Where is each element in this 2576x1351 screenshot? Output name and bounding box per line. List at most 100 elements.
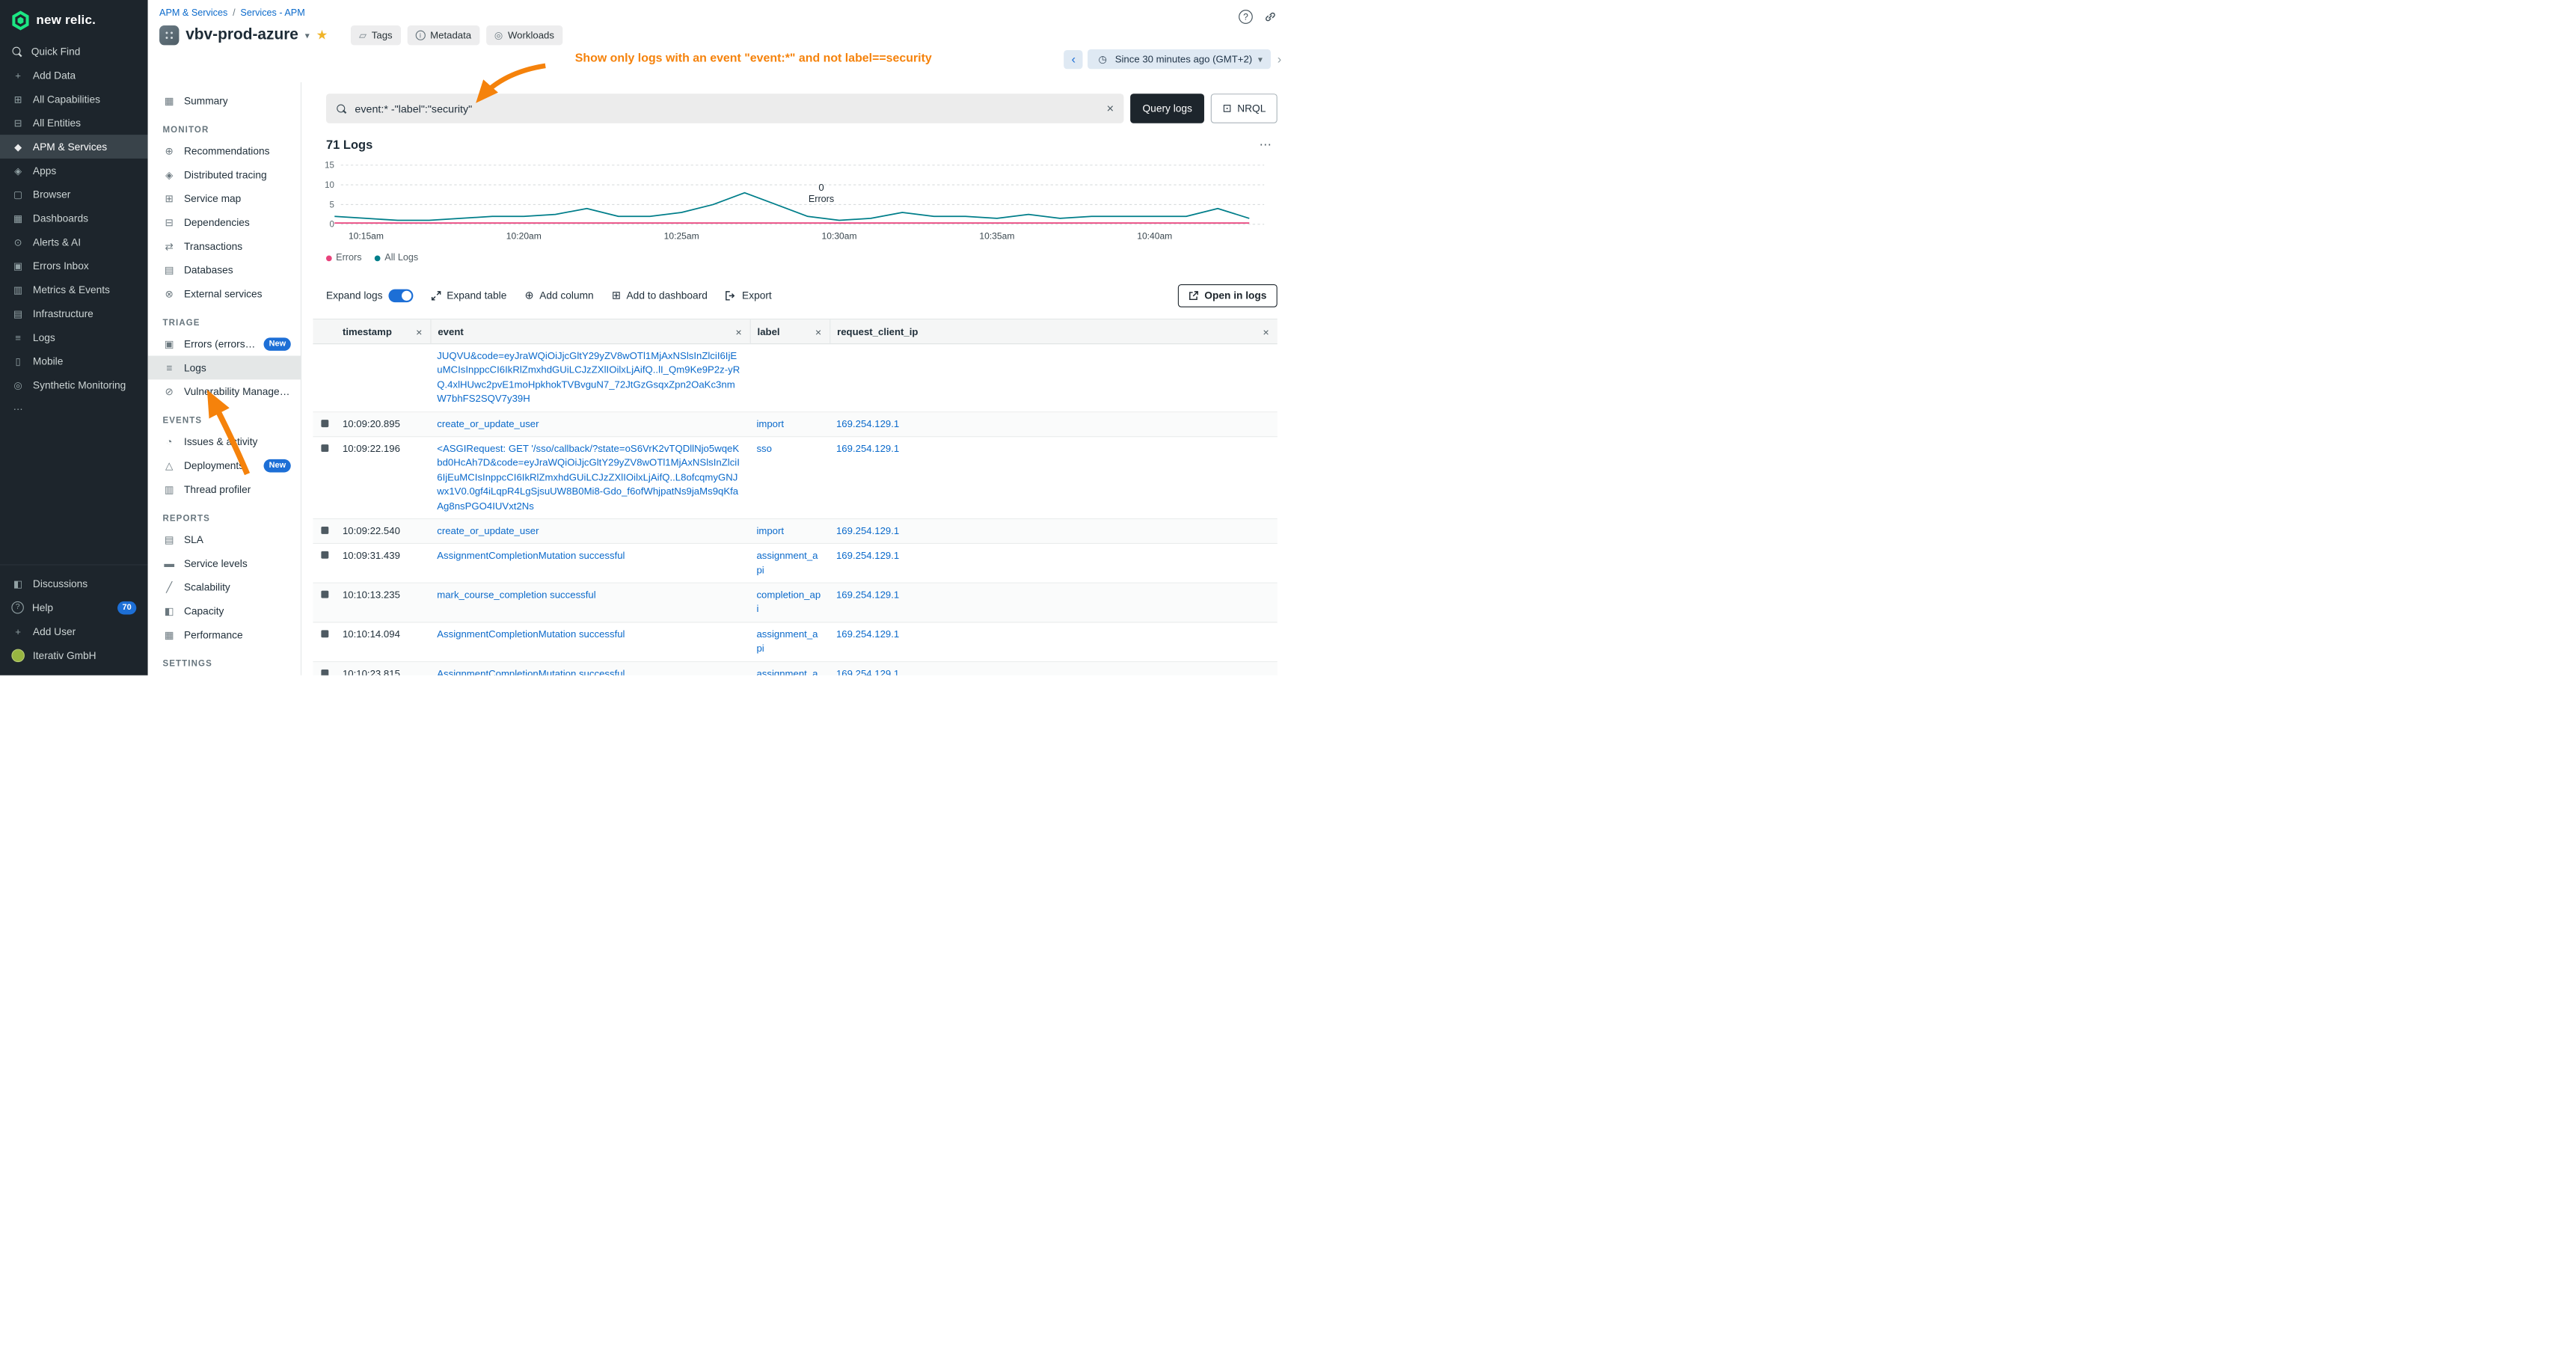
entity-title[interactable]: vbv-prod-azure <box>185 26 298 44</box>
event-column-header[interactable]: event × <box>430 319 749 344</box>
expand-logs-toggle[interactable]: Expand logs <box>326 290 413 303</box>
help-icon[interactable]: ? <box>1239 10 1253 24</box>
global-nav-item-synthetic-monitoring[interactable]: ◎Synthetic Monitoring <box>0 373 148 397</box>
entity-nav-item-service-map[interactable]: ⊞Service map <box>148 186 301 210</box>
entity-nav-item-capacity[interactable]: ◧Capacity <box>148 599 301 623</box>
entity-nav-item-performance[interactable]: ▦Performance <box>148 622 301 646</box>
global-nav-item-help[interactable]: ?Help70 <box>0 595 148 619</box>
entity-nav-item-logs[interactable]: ≡Logs <box>148 356 301 380</box>
row-checkbox-icon[interactable] <box>321 630 328 637</box>
entity-nav-item-thread-profiler[interactable]: ▥Thread profiler <box>148 477 301 501</box>
row-checkbox-icon[interactable] <box>321 670 328 676</box>
row-checkbox-icon[interactable] <box>321 527 328 534</box>
breadcrumb-apm-services[interactable]: APM & Services <box>159 8 227 18</box>
cell-request-client-ip[interactable]: 169.254.129.1 <box>829 583 1278 607</box>
time-range-button[interactable]: ◷ Since 30 minutes ago (GMT+2) ▾ <box>1088 49 1270 69</box>
entity-nav-item-vulnerability-management[interactable]: ⊘Vulnerability Management <box>148 379 301 403</box>
chart-more-options-icon[interactable]: ⋯ <box>1260 137 1278 152</box>
global-nav-item-infrastructure[interactable]: ▤Infrastructure <box>0 301 148 325</box>
expand-table-button[interactable]: Expand table <box>431 290 506 301</box>
cell-request-client-ip[interactable]: 169.254.129.1 <box>829 662 1278 676</box>
cell-request-client-ip[interactable]: 169.254.129.1 <box>829 519 1278 543</box>
query-logs-button[interactable]: Query logs <box>1130 94 1204 123</box>
cell-request-client-ip[interactable]: 169.254.129.1 <box>829 412 1278 436</box>
entity-nav-item-issues-activity[interactable]: ◔Issues & activity <box>148 429 301 453</box>
remove-column-icon[interactable]: × <box>1263 327 1269 337</box>
global-nav-item-add-data[interactable]: +Add Data <box>0 64 148 88</box>
entity-nav-item-dependencies[interactable]: ⊟Dependencies <box>148 210 301 234</box>
cell-event[interactable]: create_or_update_user <box>430 519 749 543</box>
cell-event[interactable]: create_or_update_user <box>430 412 749 436</box>
global-nav-item-browser[interactable]: ▢Browser <box>0 183 148 206</box>
table-row[interactable]: 10:10:13.235mark_course_completion succe… <box>313 583 1277 622</box>
log-search-box[interactable]: × <box>326 94 1123 123</box>
cell-request-client-ip[interactable]: 169.254.129.1 <box>829 437 1278 461</box>
breadcrumb-services-apm[interactable]: Services - APM <box>240 8 304 18</box>
cell-event[interactable]: mark_course_completion successful <box>430 583 749 607</box>
entity-nav-item-transactions[interactable]: ⇄Transactions <box>148 234 301 258</box>
table-row[interactable]: 10:09:22.196<ASGIRequest: GET '/sso/call… <box>313 437 1277 519</box>
row-checkbox-icon[interactable] <box>321 591 328 598</box>
remove-column-icon[interactable]: × <box>416 327 422 337</box>
workloads-button[interactable]: ◎ Workloads <box>486 25 562 45</box>
global-nav-item-errors-inbox[interactable]: ▣Errors Inbox <box>0 254 148 278</box>
cell-event[interactable]: JUQVU&code=eyJraWQiOiJjcGltY29yZV8wOTl1M… <box>430 344 749 411</box>
global-nav-item-add-user[interactable]: +Add User <box>0 619 148 643</box>
tags-button[interactable]: ▱ Tags <box>351 25 401 45</box>
entity-nav-item-distributed-tracing[interactable]: ◈Distributed tracing <box>148 162 301 186</box>
clear-query-icon[interactable]: × <box>1106 102 1114 114</box>
cell-request-client-ip[interactable]: 169.254.129.1 <box>829 544 1278 568</box>
global-nav-item-more[interactable]: ⋯ <box>0 396 148 420</box>
time-forward-button[interactable]: › <box>1276 52 1284 67</box>
cell-label[interactable]: completion_api <box>750 583 830 622</box>
row-checkbox-icon[interactable] <box>321 551 328 559</box>
request-client-ip-column-header[interactable]: request_client_ip × <box>829 319 1278 344</box>
nrql-button[interactable]: ⊡ NRQL <box>1211 94 1278 123</box>
cell-label[interactable]: assignment_api <box>750 662 830 676</box>
entity-nav-item-databases[interactable]: ▤Databases <box>148 258 301 282</box>
metadata-button[interactable]: i Metadata <box>407 25 479 45</box>
entity-nav-item-scalability[interactable]: ╱Scalability <box>148 575 301 599</box>
log-query-input[interactable] <box>355 102 1099 114</box>
export-button[interactable]: Export <box>726 290 772 301</box>
favorite-star-icon[interactable]: ★ <box>316 27 328 43</box>
table-row[interactable]: JUQVU&code=eyJraWQiOiJjcGltY29yZV8wOTl1M… <box>313 344 1277 412</box>
cell-label[interactable]: assignment_api <box>750 622 830 661</box>
entity-nav-item-service-levels[interactable]: ▬Service levels <box>148 551 301 575</box>
entity-nav-item-errors-errors-inb[interactable]: ▣Errors (errors inb...New <box>148 332 301 356</box>
cell-event[interactable]: AssignmentCompletionMutation successful <box>430 662 749 676</box>
add-column-button[interactable]: ⊕ Add column <box>525 290 594 303</box>
cell-label[interactable]: assignment_api <box>750 544 830 582</box>
cell-label[interactable]: sso <box>750 437 830 461</box>
global-nav-item-dashboards[interactable]: ▦Dashboards <box>0 206 148 230</box>
global-nav-item-alerts-ai[interactable]: ⊙Alerts & AI <box>0 230 148 254</box>
table-row[interactable]: 10:09:20.895create_or_update_userimport1… <box>313 412 1277 437</box>
time-back-button[interactable]: ‹ <box>1064 49 1083 68</box>
entity-nav-item-deployments[interactable]: △DeploymentsNew <box>148 453 301 477</box>
entity-nav-item-summary[interactable]: ▦Summary <box>148 89 301 113</box>
cell-label[interactable]: import <box>750 412 830 436</box>
table-row[interactable]: 10:09:22.540create_or_update_userimport1… <box>313 519 1277 544</box>
global-nav-item-logs[interactable]: ≡Logs <box>0 325 148 349</box>
cell-event[interactable]: AssignmentCompletionMutation successful <box>430 622 749 646</box>
table-row[interactable]: 10:10:14.094AssignmentCompletionMutation… <box>313 622 1277 661</box>
label-column-header[interactable]: label × <box>750 319 830 344</box>
row-checkbox-icon[interactable] <box>321 444 328 452</box>
legend-errors[interactable]: Errors <box>326 253 362 263</box>
toggle-on-icon[interactable] <box>388 290 413 303</box>
table-row[interactable]: 10:10:23.815AssignmentCompletionMutation… <box>313 662 1277 676</box>
cell-request-client-ip[interactable]: 169.254.129.1 <box>829 622 1278 646</box>
global-nav-item-iterativ-gmbh[interactable]: Iterativ GmbH <box>0 643 148 667</box>
entity-nav-item-external-services[interactable]: ⊗External services <box>148 282 301 306</box>
cell-label[interactable]: import <box>750 519 830 543</box>
global-nav-item-metrics-events[interactable]: ▥Metrics & Events <box>0 278 148 301</box>
global-nav-item-all-capabilities[interactable]: ⊞All Capabilities <box>0 87 148 111</box>
timestamp-column-header[interactable]: timestamp × <box>336 319 430 344</box>
remove-column-icon[interactable]: × <box>735 327 741 337</box>
global-nav-item-quick-find[interactable]: Quick Find <box>0 40 148 64</box>
global-nav-item-mobile[interactable]: ▯Mobile <box>0 349 148 373</box>
global-nav-item-all-entities[interactable]: ⊟All Entities <box>0 111 148 135</box>
open-in-logs-button[interactable]: Open in logs <box>1178 284 1278 307</box>
remove-column-icon[interactable]: × <box>815 327 821 337</box>
global-nav-item-discussions[interactable]: ◧Discussions <box>0 572 148 595</box>
